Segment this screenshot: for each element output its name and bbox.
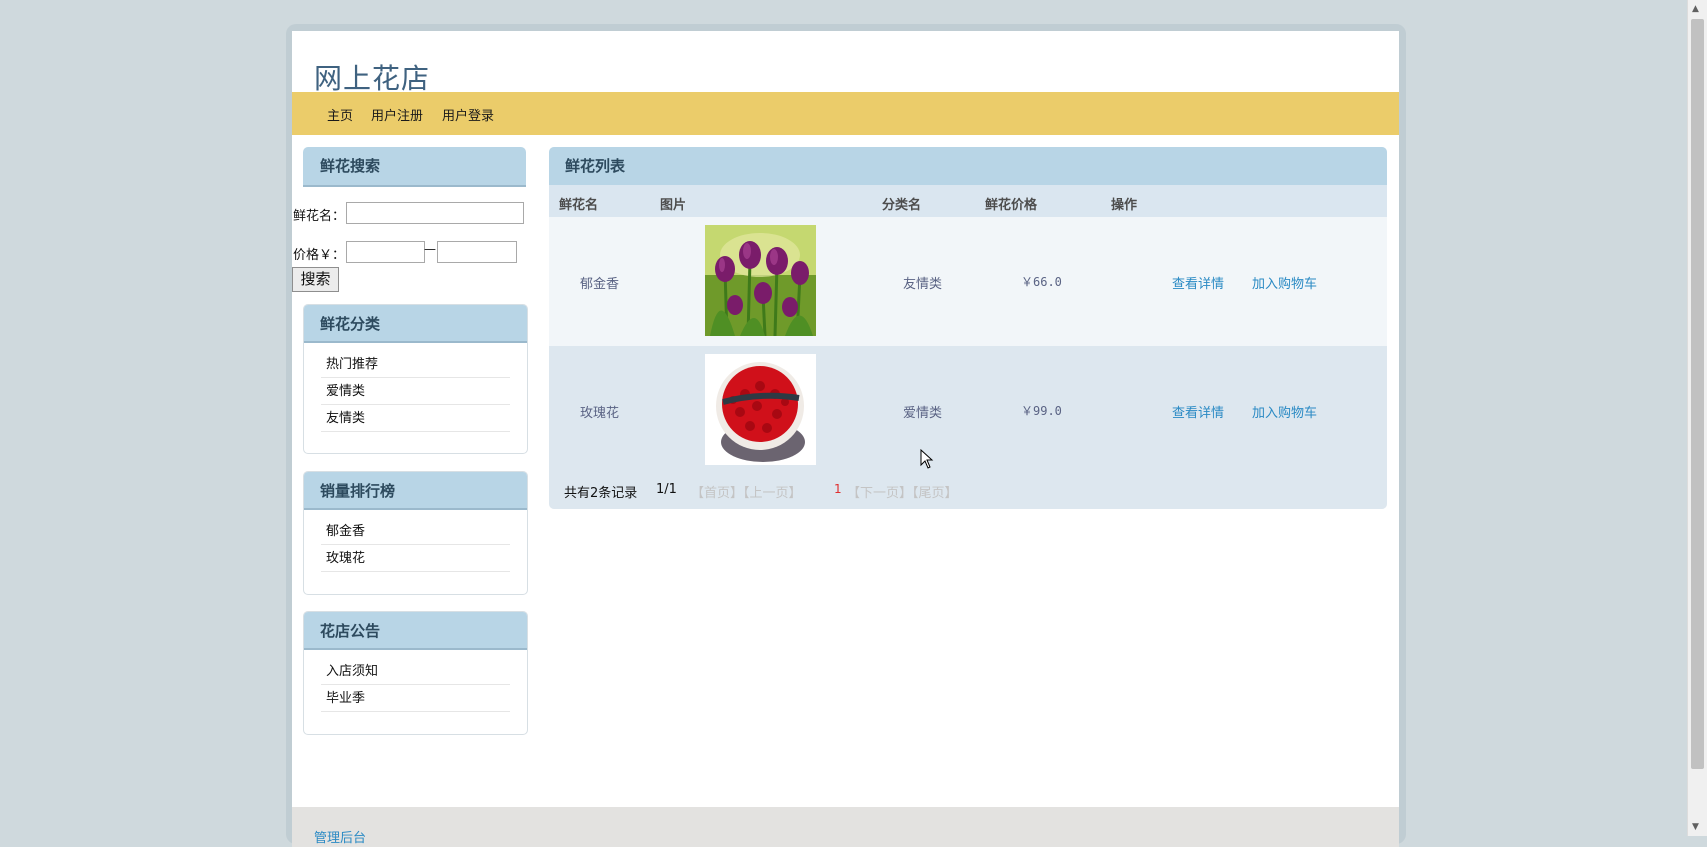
footer: 管理后台 bbox=[292, 807, 1399, 847]
ranking-panel-title: 销量排行榜 bbox=[304, 472, 527, 510]
flower-list-panel: 鲜花列表 鲜花名 图片 分类名 鲜花价格 操作 郁金香 友情类 ￥66.0 查看… bbox=[549, 147, 1387, 509]
flower-category: 友情类 bbox=[903, 277, 943, 292]
notice-item[interactable]: 毕业季 bbox=[321, 685, 510, 712]
col-image: 图片 bbox=[660, 198, 687, 213]
category-panel: 鲜花分类 热门推荐 爱情类 友情类 bbox=[303, 304, 528, 454]
ranking-item[interactable]: 郁金香 bbox=[321, 518, 510, 545]
pagination: 共有2条记录 1/1 【首页】【上一页】 1 【下一页】【尾页】 bbox=[549, 482, 1387, 506]
category-item-friendship[interactable]: 友情类 bbox=[321, 405, 510, 432]
notice-item[interactable]: 入店须知 bbox=[321, 658, 510, 685]
notice-panel-title: 花店公告 bbox=[304, 612, 527, 650]
category-panel-title: 鲜花分类 bbox=[304, 305, 527, 343]
price-separator: — bbox=[424, 242, 436, 256]
view-detail-link[interactable]: 查看详情 bbox=[1172, 273, 1224, 292]
notice-panel: 花店公告 入店须知 毕业季 bbox=[303, 611, 528, 735]
add-to-cart-link[interactable]: 加入购物车 bbox=[1252, 273, 1317, 292]
top-navbar: 主页 用户注册 用户登录 bbox=[292, 92, 1399, 135]
tulip-image[interactable] bbox=[705, 225, 816, 336]
view-detail-link[interactable]: 查看详情 bbox=[1172, 402, 1224, 421]
price-label: 价格￥： bbox=[293, 248, 346, 263]
next-last-links[interactable]: 【下一页】【尾页】 bbox=[847, 482, 958, 501]
col-action: 操作 bbox=[1111, 198, 1138, 213]
ranking-panel: 销量排行榜 郁金香 玫瑰花 bbox=[303, 471, 528, 595]
flower-category: 爱情类 bbox=[903, 406, 943, 421]
table-row: 玫瑰花 爱情类 ￥99.0 查看详情 加入购物车 bbox=[549, 346, 1387, 475]
nav-home[interactable]: 主页 bbox=[327, 105, 353, 124]
table-header: 鲜花名 图片 分类名 鲜花价格 操作 bbox=[549, 185, 1387, 217]
scroll-down-icon[interactable]: ▼ bbox=[1692, 822, 1699, 832]
col-category: 分类名 bbox=[882, 198, 922, 213]
flower-name-label: 鲜花名： bbox=[293, 209, 346, 224]
search-button[interactable]: 搜索 bbox=[292, 267, 339, 292]
page-count: 1/1 bbox=[656, 482, 677, 497]
table-row: 郁金香 友情类 ￥66.0 查看详情 加入购物车 bbox=[549, 217, 1387, 346]
ranking-item[interactable]: 玫瑰花 bbox=[321, 545, 510, 572]
flower-name: 玫瑰花 bbox=[580, 406, 620, 421]
vertical-scrollbar[interactable]: ▲ ▼ bbox=[1687, 0, 1707, 836]
page-container: 网上花店 主页 用户注册 用户登录 鲜花搜索 鲜花名： 价格￥： — 搜索 鲜花… bbox=[292, 31, 1399, 841]
col-price: 鲜花价格 bbox=[985, 198, 1038, 213]
add-to-cart-link[interactable]: 加入购物车 bbox=[1252, 402, 1317, 421]
flower-price: ￥99.0 bbox=[1021, 404, 1062, 418]
first-prev-links[interactable]: 【首页】【上一页】 bbox=[691, 482, 802, 501]
search-panel-title: 鲜花搜索 bbox=[303, 147, 526, 187]
total-records: 共有2条记录 bbox=[564, 486, 638, 501]
flower-name: 郁金香 bbox=[580, 277, 620, 292]
price-max-input[interactable] bbox=[437, 241, 517, 263]
flower-price: ￥66.0 bbox=[1021, 275, 1062, 289]
mouse-cursor-icon bbox=[920, 448, 934, 473]
scroll-up-icon[interactable]: ▲ bbox=[1692, 4, 1699, 14]
price-min-input[interactable] bbox=[346, 241, 425, 263]
category-item-hot[interactable]: 热门推荐 bbox=[321, 351, 510, 378]
flower-list-title: 鲜花列表 bbox=[549, 147, 1387, 185]
current-page: 1 bbox=[834, 482, 842, 496]
admin-link[interactable]: 管理后台 bbox=[314, 827, 366, 846]
site-title: 网上花店 bbox=[314, 62, 431, 95]
col-name: 鲜花名 bbox=[559, 198, 599, 213]
category-item-love[interactable]: 爱情类 bbox=[321, 378, 510, 405]
nav-login[interactable]: 用户登录 bbox=[442, 105, 494, 124]
flower-name-input[interactable] bbox=[346, 202, 524, 224]
rose-image[interactable] bbox=[705, 354, 816, 465]
nav-register[interactable]: 用户注册 bbox=[371, 105, 423, 124]
scrollbar-thumb[interactable] bbox=[1691, 19, 1704, 769]
